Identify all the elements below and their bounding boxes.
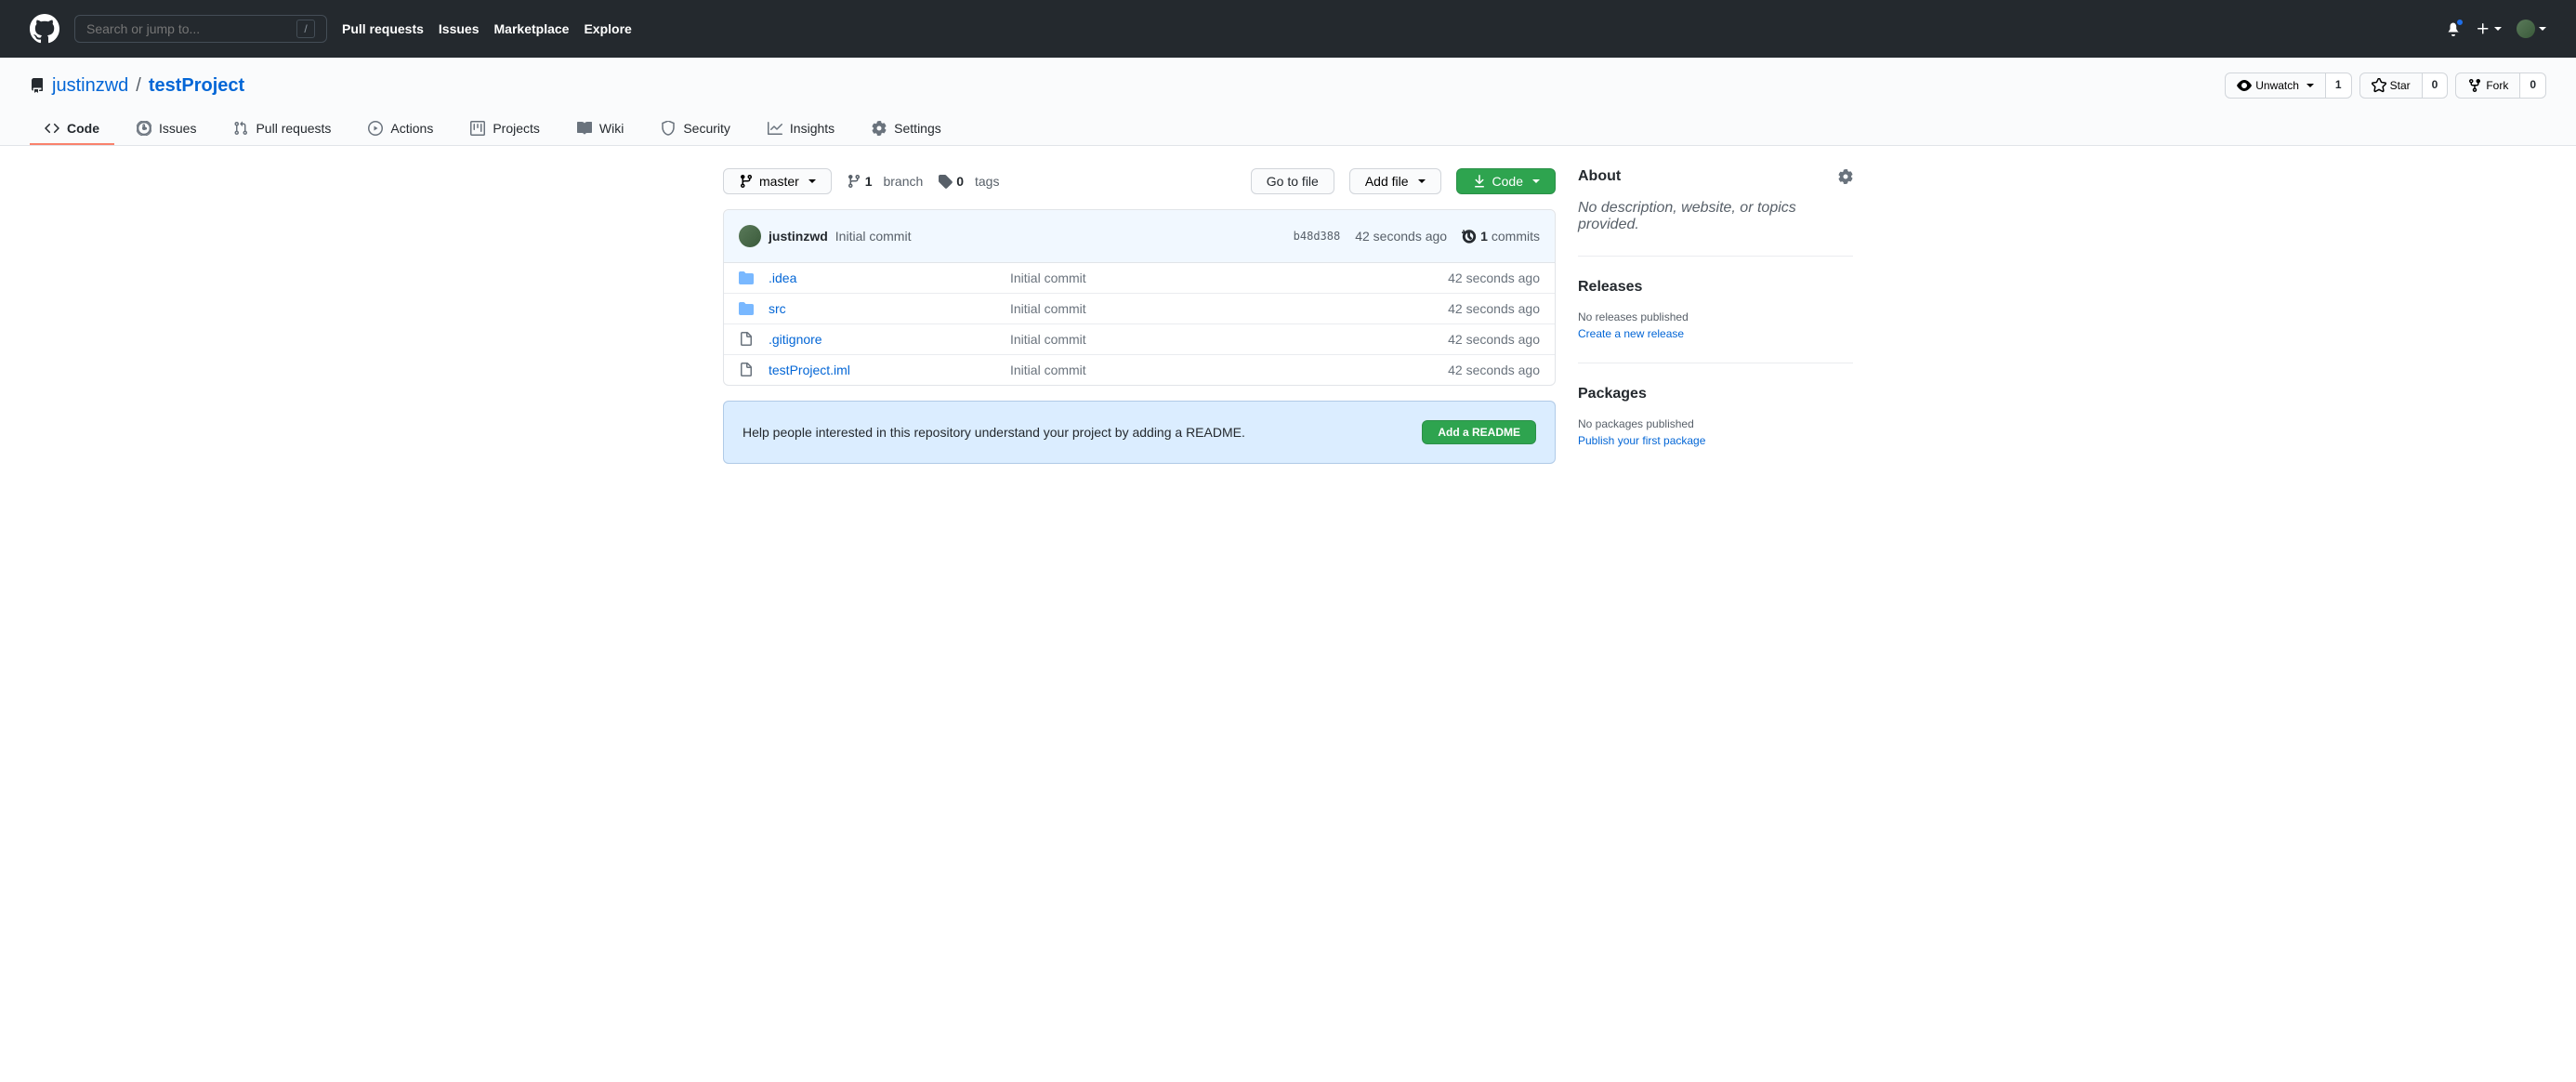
tab-wiki[interactable]: Wiki bbox=[562, 113, 638, 145]
about-heading: About bbox=[1578, 168, 1853, 185]
directory-icon bbox=[739, 270, 754, 285]
readme-prompt: Help people interested in this repositor… bbox=[723, 401, 1556, 464]
nav-marketplace[interactable]: Marketplace bbox=[494, 21, 570, 36]
file-name-link[interactable]: .gitignore bbox=[769, 332, 822, 347]
commit-author-avatar[interactable] bbox=[739, 225, 761, 247]
releases-heading: Releases bbox=[1578, 279, 1853, 296]
create-new-dropdown[interactable] bbox=[2476, 21, 2502, 36]
tab-pull-requests[interactable]: Pull requests bbox=[218, 113, 346, 145]
nav-explore[interactable]: Explore bbox=[584, 21, 631, 36]
commit-time[interactable]: 42 seconds ago bbox=[1355, 229, 1447, 244]
github-logo[interactable] bbox=[30, 14, 59, 44]
repo-icon bbox=[30, 78, 45, 93]
directory-icon bbox=[739, 301, 754, 316]
tab-security[interactable]: Security bbox=[646, 113, 745, 145]
releases-empty-text: No releases published bbox=[1578, 310, 1853, 323]
file-commit-message-link[interactable]: Initial commit bbox=[1010, 301, 1086, 316]
search-input-wrap[interactable]: / bbox=[74, 15, 327, 43]
tab-insights[interactable]: Insights bbox=[753, 113, 849, 145]
file-time: 42 seconds ago bbox=[1448, 270, 1540, 285]
nav-pull-requests[interactable]: Pull requests bbox=[342, 21, 424, 36]
stargazers-count[interactable]: 0 bbox=[2423, 73, 2449, 99]
go-to-file-button[interactable]: Go to file bbox=[1251, 168, 1334, 194]
file-commit-message-link[interactable]: Initial commit bbox=[1010, 270, 1086, 285]
commit-message-link[interactable]: Initial commit bbox=[835, 229, 912, 244]
notification-indicator bbox=[2455, 18, 2464, 27]
file-tree-box: justinzwd Initial commit b48d388 42 seco… bbox=[723, 209, 1556, 386]
file-row: src Initial commit 42 seconds ago bbox=[724, 294, 1555, 324]
file-name-link[interactable]: src bbox=[769, 301, 786, 316]
file-name-link[interactable]: testProject.iml bbox=[769, 363, 850, 377]
commit-author-link[interactable]: justinzwd bbox=[769, 229, 828, 244]
commits-count-link[interactable]: 1 commits bbox=[1462, 229, 1540, 244]
file-row: testProject.iml Initial commit 42 seconds … bbox=[724, 355, 1555, 385]
file-row: .idea Initial commit 42 seconds ago bbox=[724, 263, 1555, 294]
user-avatar bbox=[2517, 20, 2535, 38]
latest-commit-row: justinzwd Initial commit b48d388 42 seco… bbox=[724, 210, 1555, 263]
about-description: No description, website, or topics provi… bbox=[1578, 200, 1853, 233]
branch-select-button[interactable]: master bbox=[723, 168, 832, 194]
file-icon bbox=[739, 363, 754, 377]
file-commit-message-link[interactable]: Initial commit bbox=[1010, 332, 1086, 347]
user-menu-dropdown[interactable] bbox=[2517, 20, 2546, 38]
add-readme-button[interactable]: Add a README bbox=[1422, 420, 1536, 444]
file-name-link[interactable]: .idea bbox=[769, 270, 796, 285]
watchers-count[interactable]: 1 bbox=[2326, 73, 2352, 99]
about-settings-button[interactable] bbox=[1838, 169, 1853, 184]
code-download-button[interactable]: Code bbox=[1456, 168, 1556, 194]
repo-separator: / bbox=[136, 75, 141, 97]
nav-issues[interactable]: Issues bbox=[439, 21, 480, 36]
add-file-button[interactable]: Add file bbox=[1349, 168, 1441, 194]
file-icon bbox=[739, 332, 754, 347]
forks-count[interactable]: 0 bbox=[2520, 73, 2546, 99]
branches-link[interactable]: 1 branch bbox=[847, 174, 924, 189]
tab-actions[interactable]: Actions bbox=[353, 113, 448, 145]
file-time: 42 seconds ago bbox=[1448, 301, 1540, 316]
star-button[interactable]: Star bbox=[2359, 73, 2423, 99]
repo-header: justinzwd / testProject Unwatch 1 Star 0 bbox=[0, 58, 2576, 146]
commit-sha-link[interactable]: b48d388 bbox=[1294, 230, 1341, 243]
notifications-button[interactable] bbox=[2446, 21, 2461, 36]
sidebar: About No description, website, or topics… bbox=[1578, 168, 1853, 492]
tab-settings[interactable]: Settings bbox=[857, 113, 956, 145]
header-nav: Pull requests Issues Marketplace Explore bbox=[342, 21, 632, 36]
repo-name-link[interactable]: testProject bbox=[149, 75, 244, 96]
file-time: 42 seconds ago bbox=[1448, 332, 1540, 347]
search-input[interactable] bbox=[86, 21, 296, 36]
global-header: / Pull requests Issues Marketplace Explo… bbox=[0, 0, 2576, 58]
file-commit-message-link[interactable]: Initial commit bbox=[1010, 363, 1086, 377]
packages-heading: Packages bbox=[1578, 386, 1853, 402]
repo-owner-link[interactable]: justinzwd bbox=[52, 75, 128, 96]
create-release-link[interactable]: Create a new release bbox=[1578, 327, 1853, 340]
publish-package-link[interactable]: Publish your first package bbox=[1578, 434, 1853, 447]
tab-code[interactable]: Code bbox=[30, 113, 114, 145]
search-slash-hint: / bbox=[296, 20, 315, 38]
file-time: 42 seconds ago bbox=[1448, 363, 1540, 377]
tab-projects[interactable]: Projects bbox=[455, 113, 555, 145]
tab-issues[interactable]: Issues bbox=[122, 113, 211, 145]
packages-empty-text: No packages published bbox=[1578, 417, 1853, 430]
file-row: .gitignore Initial commit 42 seconds ago bbox=[724, 324, 1555, 355]
fork-button[interactable]: Fork bbox=[2455, 73, 2520, 99]
repo-tabs: Code Issues Pull requests Actions Projec… bbox=[30, 113, 2546, 145]
readme-prompt-text: Help people interested in this repositor… bbox=[743, 425, 1245, 440]
tags-link[interactable]: 0 tags bbox=[938, 174, 999, 189]
unwatch-button[interactable]: Unwatch bbox=[2225, 73, 2326, 99]
